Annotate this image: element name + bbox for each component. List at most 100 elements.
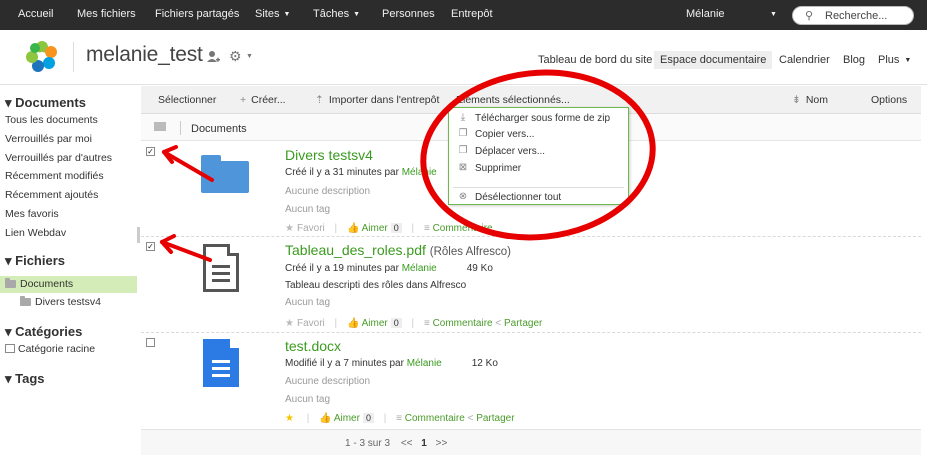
menu-item-label: Supprimer	[475, 163, 522, 174]
selected-items-button[interactable]: Eléments sélectionnés...	[456, 94, 570, 106]
nav-repository[interactable]: Entrepôt	[451, 8, 493, 20]
sidebar-tree-divers[interactable]: Divers testsv4	[20, 296, 101, 308]
site-header: melanie_test ⚙ ▼ Tableau de bord du site…	[0, 30, 927, 85]
share-link[interactable]: Partager	[476, 413, 514, 424]
pagination-next[interactable]: >>	[436, 438, 448, 449]
pagination-current-page[interactable]: 1	[421, 438, 427, 449]
chevron-down-icon: ▼	[353, 11, 361, 18]
sidebar-item-recently-added[interactable]: Récemment ajoutés	[5, 189, 98, 201]
user-menu-caret[interactable]: ▼	[766, 8, 777, 20]
star-icon[interactable]: ★	[285, 318, 294, 329]
gear-icon[interactable]: ⚙	[229, 48, 242, 65]
select-button[interactable]: Sélectionner	[158, 94, 216, 106]
author-link[interactable]: Mélanie	[407, 358, 442, 369]
chevron-down-icon[interactable]: ▼	[246, 53, 253, 60]
menu-divider	[453, 187, 624, 188]
share-link[interactable]: Partager	[504, 318, 542, 329]
sidebar-category-root[interactable]: Catégorie racine	[5, 343, 95, 355]
created-text: Créé il y a 31 minutes par	[285, 167, 402, 178]
chevron-down-icon: ▼	[283, 11, 291, 18]
author-link[interactable]: Mélanie	[402, 263, 437, 274]
folder-up-icon[interactable]	[154, 122, 166, 131]
pagination-text: 1 - 3 sur 3 << 1 >>	[345, 438, 447, 449]
deselect-icon: ⊗	[458, 191, 468, 202]
copy-icon: ❐	[458, 128, 468, 139]
sidebar-item-locked-by-me[interactable]: Verrouillés par moi	[5, 133, 92, 145]
folder-icon[interactable]	[201, 155, 249, 193]
favorite-link[interactable]: Favori	[297, 318, 325, 329]
doc-line	[212, 367, 230, 370]
nav-shared-files[interactable]: Fichiers partagés	[155, 8, 239, 20]
author-link[interactable]: Mélanie	[402, 167, 437, 178]
document-name[interactable]: Divers testsv4	[285, 147, 373, 163]
site-nav-more[interactable]: Plus ▼	[878, 54, 911, 66]
pagination-range: 1 - 3 sur 3	[345, 438, 391, 449]
thumbs-up-icon[interactable]: 👍	[347, 318, 359, 329]
document-icon[interactable]	[203, 244, 239, 292]
row-checkbox[interactable]: ✓	[146, 242, 155, 251]
menu-item-download-zip[interactable]: ⤓ Télécharger sous forme de zip	[449, 112, 628, 128]
menu-item-copy-to[interactable]: ❐ Copier vers...	[449, 128, 628, 144]
comment-link[interactable]: Commentaire	[433, 223, 493, 234]
menu-item-move-to[interactable]: ❐ Déplacer vers...	[449, 145, 628, 161]
row-checkbox[interactable]: ✓	[146, 147, 155, 156]
comment-link[interactable]: Commentaire	[433, 318, 493, 329]
row-checkbox[interactable]	[146, 338, 155, 347]
thumbs-up-icon[interactable]: 👍	[347, 223, 359, 234]
like-link[interactable]: Aimer	[362, 318, 388, 329]
site-nav-dashboard[interactable]: Tableau de bord du site	[538, 54, 652, 66]
search-input[interactable]: ⚲ Recherche...	[792, 6, 914, 25]
sidebar-item-favorites[interactable]: Mes favoris	[5, 208, 59, 220]
site-nav-blog[interactable]: Blog	[843, 54, 865, 66]
divider: |	[383, 413, 387, 424]
like-count: 0	[390, 223, 402, 233]
like-link[interactable]: Aimer	[362, 223, 388, 234]
share-icon[interactable]: <	[468, 413, 474, 424]
site-members-icon[interactable]	[206, 50, 220, 64]
sidebar-item-recently-modified[interactable]: Récemment modifiés	[5, 170, 104, 182]
file-size: 49 Ko	[466, 263, 493, 274]
sidebar-item-all-documents[interactable]: Tous les documents	[5, 114, 98, 126]
sidebar-resize-handle[interactable]	[137, 227, 140, 243]
star-icon[interactable]: ★	[285, 413, 294, 424]
document-actions: ★ Favori | 👍 Aimer 0 | ≡ Commentaire < Par…	[285, 318, 542, 329]
comment-link[interactable]: Commentaire	[405, 413, 465, 424]
sidebar-categories-header[interactable]: ▾ Catégories	[5, 324, 82, 340]
divider: |	[334, 223, 338, 234]
sidebar-documents-header[interactable]: ▾ Documents	[5, 95, 86, 111]
nav-people[interactable]: Personnes	[382, 8, 435, 20]
sidebar-tree-documents[interactable]: Documents	[5, 278, 73, 290]
thumbs-up-icon[interactable]: 👍	[319, 413, 331, 424]
options-button[interactable]: Options	[871, 94, 907, 106]
menu-item-delete[interactable]: ⊠ Supprimer	[449, 162, 628, 178]
word-document-icon[interactable]	[203, 339, 239, 387]
sidebar-tags-header[interactable]: ▾ Tags	[5, 371, 45, 387]
star-icon[interactable]: ★	[285, 223, 294, 234]
create-button[interactable]: + Créer...	[240, 94, 286, 106]
nav-home[interactable]: Accueil	[18, 8, 53, 20]
breadcrumb-current[interactable]: Documents	[191, 123, 247, 135]
document-tags: Aucun tag	[285, 297, 331, 308]
doc-line	[212, 265, 230, 268]
sidebar-item-webdav[interactable]: Lien Webdav	[5, 227, 66, 239]
sidebar-item-locked-by-others[interactable]: Verrouillés par d'autres	[5, 152, 112, 164]
menu-item-deselect-all[interactable]: ⊗ Désélectionner tout	[449, 191, 628, 207]
site-nav-calendar[interactable]: Calendrier	[779, 54, 830, 66]
import-button[interactable]: ⇡ Importer dans l'entrepôt	[315, 94, 439, 106]
created-text: Créé il y a 19 minutes par	[285, 263, 402, 274]
nav-tasks[interactable]: Tâches ▼	[313, 8, 360, 20]
like-link[interactable]: Aimer	[334, 413, 360, 424]
nav-my-files[interactable]: Mes fichiers	[77, 8, 136, 20]
sidebar-files-header[interactable]: ▾ Fichiers	[5, 253, 65, 269]
user-menu[interactable]: Mélanie	[686, 8, 725, 20]
favorite-link[interactable]: Favori	[297, 223, 325, 234]
document-created: Créé il y a 19 minutes par Mélanie 49 Ko	[285, 263, 493, 274]
sort-button[interactable]: ⇟ Nom	[792, 94, 828, 106]
site-nav-doclib[interactable]: Espace documentaire	[654, 51, 773, 69]
share-icon[interactable]: <	[495, 318, 501, 329]
document-name[interactable]: Tableau_des_roles.pdf	[285, 242, 426, 258]
pagination-prev[interactable]: <<	[401, 438, 413, 449]
document-name[interactable]: test.docx	[285, 338, 341, 354]
nav-sites[interactable]: Sites ▼	[255, 8, 290, 20]
file-size: 12 Ko	[471, 358, 498, 369]
